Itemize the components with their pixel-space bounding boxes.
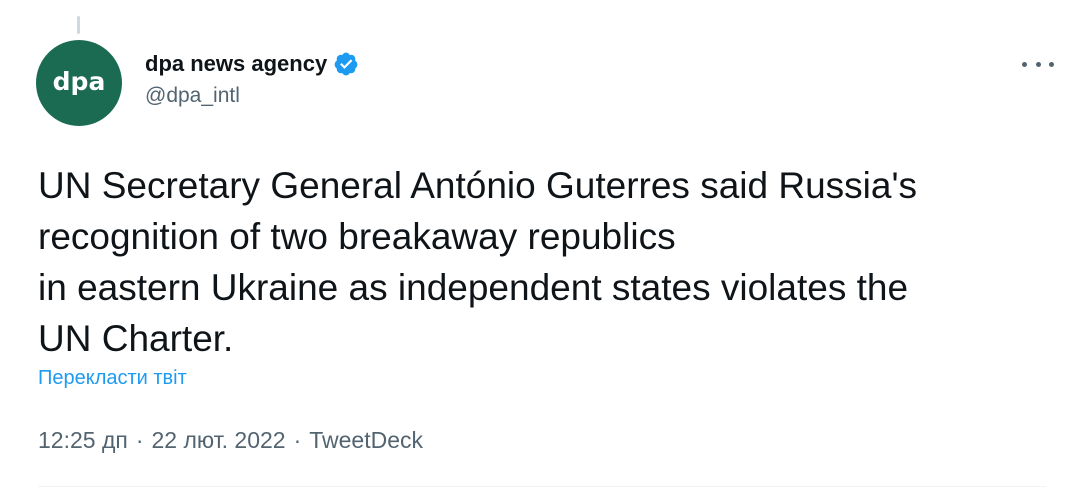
tweet-card: dpa dpa news agency @dpa_intl UN Secreta… — [0, 0, 1076, 502]
tweet-source[interactable]: TweetDeck — [309, 427, 423, 454]
tweet-metadata: 12:25 дп · 22 лют. 2022 · TweetDeck — [38, 427, 423, 454]
avatar-logo-text: dpa — [52, 66, 106, 96]
divider — [38, 486, 1046, 487]
more-dot — [1035, 61, 1041, 67]
author-display-name[interactable]: dpa news agency — [145, 51, 327, 77]
avatar[interactable]: dpa — [36, 40, 122, 126]
translate-tweet-link[interactable]: Перекласти твіт — [38, 367, 187, 390]
more-options-button[interactable] — [1022, 54, 1054, 74]
author-block: dpa news agency @dpa_intl — [145, 48, 359, 108]
verified-badge-icon — [334, 52, 358, 76]
tweet-text: UN Secretary General António Guterres sa… — [38, 165, 918, 359]
meta-separator: · — [135, 427, 144, 453]
name-row: dpa news agency — [145, 48, 359, 80]
meta-separator: · — [293, 427, 302, 453]
tweet-time[interactable]: 12:25 дп — [38, 427, 128, 454]
author-handle[interactable]: @dpa_intl — [145, 84, 359, 108]
thread-connector-line — [77, 16, 80, 34]
more-dot — [1049, 61, 1054, 67]
tweet-date[interactable]: 22 лют. 2022 — [152, 427, 286, 454]
more-dot — [1022, 61, 1027, 67]
